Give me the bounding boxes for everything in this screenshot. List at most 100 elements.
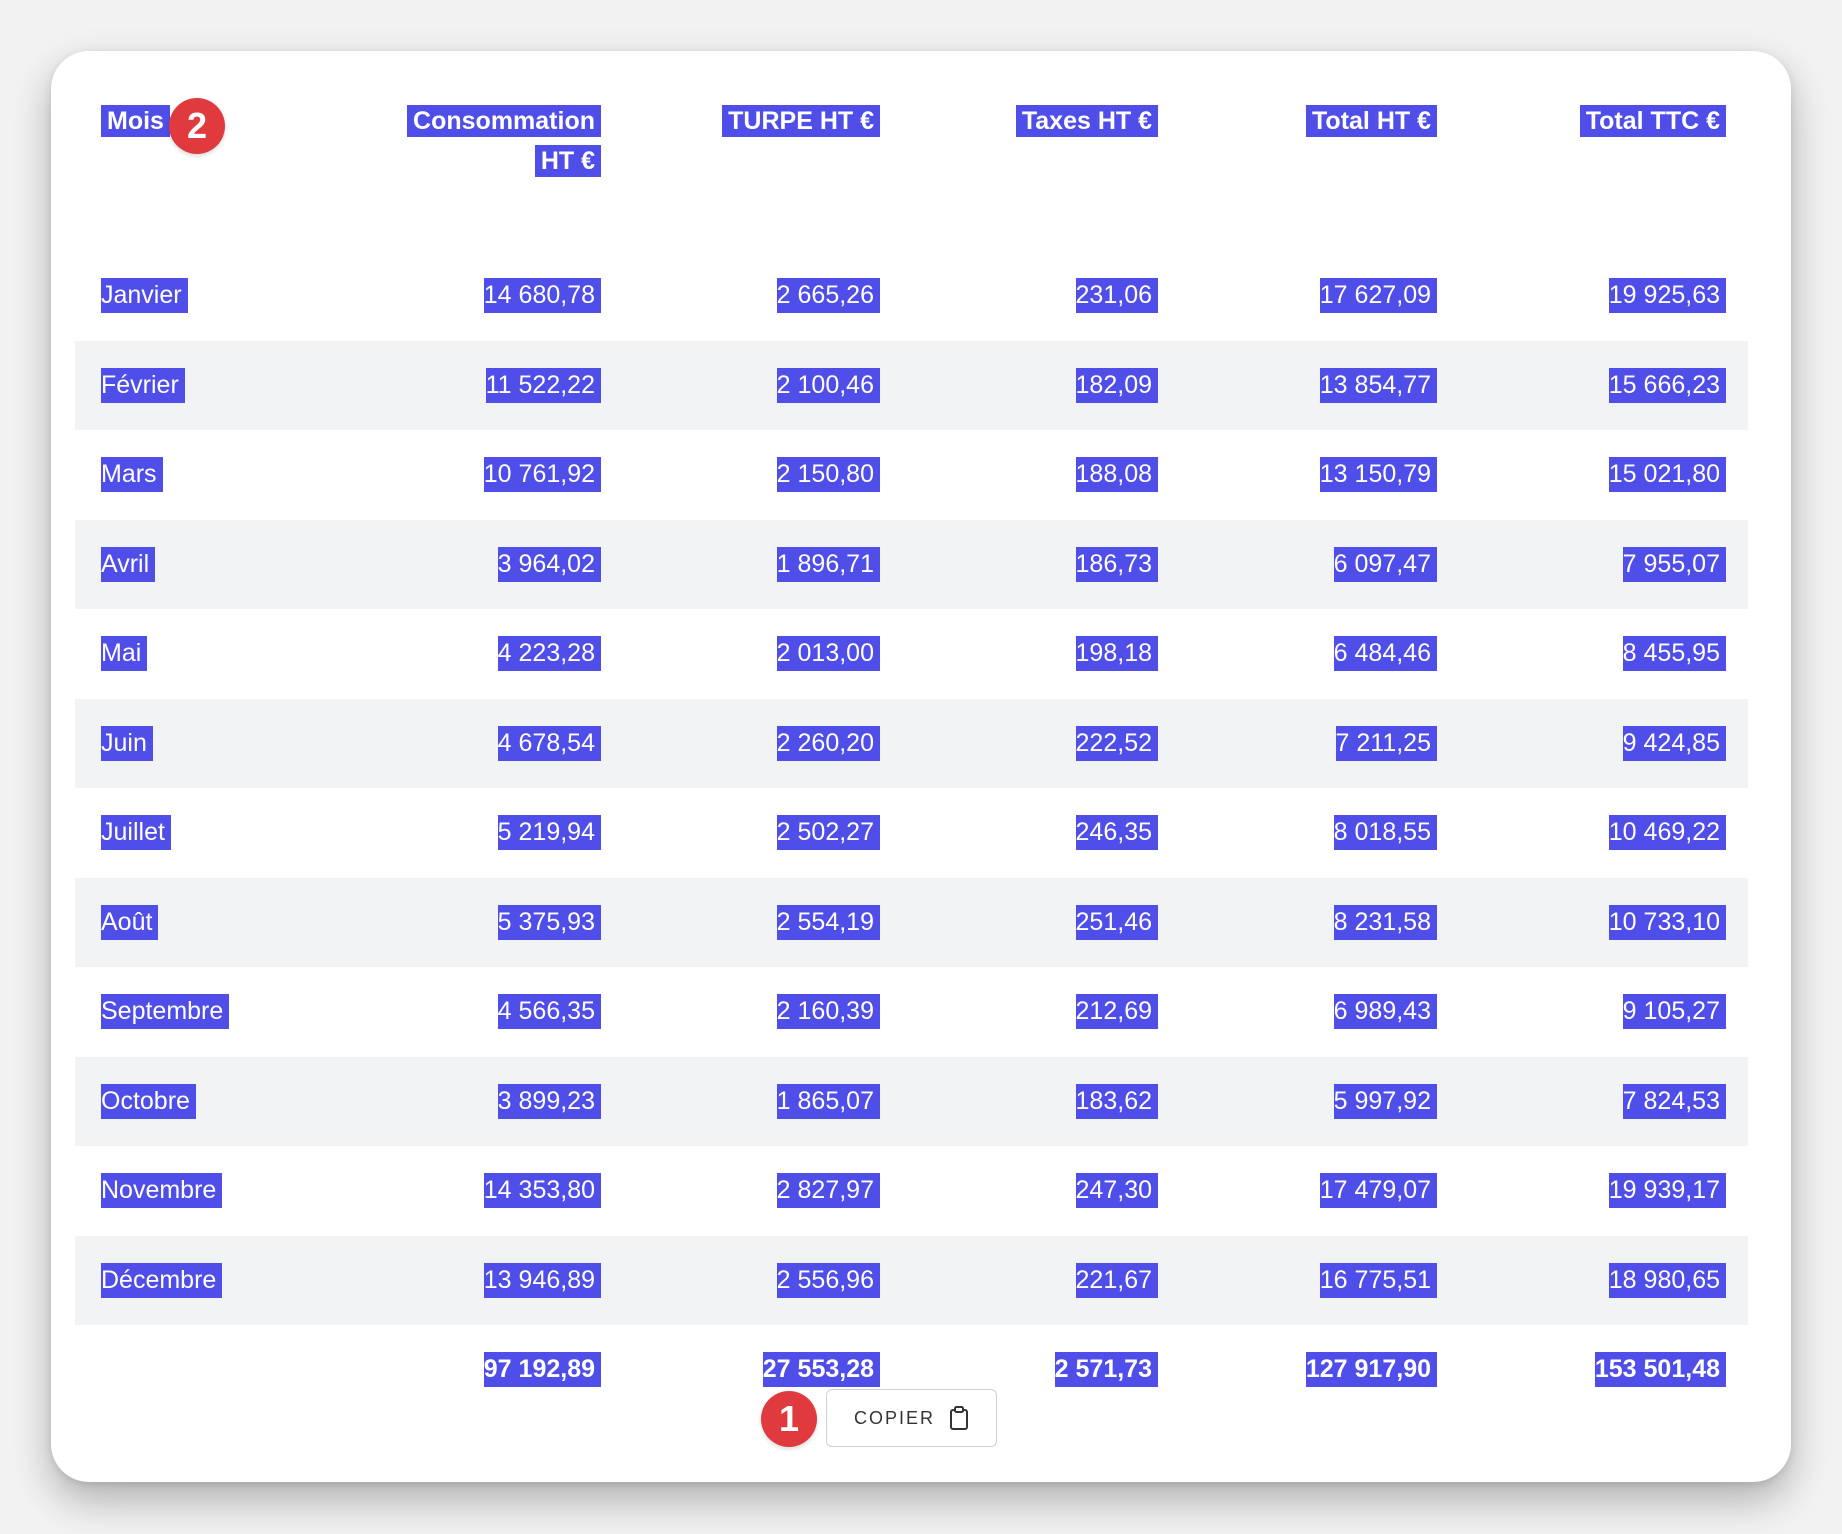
total-ht: 127 917,90 bbox=[1180, 1325, 1459, 1415]
cell-mois: Février bbox=[75, 340, 361, 430]
cell-consommation: 4 566,35 bbox=[361, 967, 623, 1057]
cell-total-ttc: 19 925,63 bbox=[1459, 251, 1748, 341]
cell-mois: Juin bbox=[75, 698, 361, 788]
cell-mois: Mai bbox=[75, 609, 361, 699]
cell-consommation: 11 522,22 bbox=[361, 340, 623, 430]
cell-mois: Juillet bbox=[75, 788, 361, 878]
table-row: Juillet 5 219,94 2 502,27 246,35 8 018,55 10 … bbox=[75, 788, 1748, 878]
cell-taxes: 247,30 bbox=[902, 1146, 1180, 1236]
cell-total-ttc: 9 105,27 bbox=[1459, 967, 1748, 1057]
cell-total-ht: 13 150,79 bbox=[1180, 430, 1459, 520]
table-row: Décembre 13 946,89 2 556,96 221,67 16 775,51… bbox=[75, 1235, 1748, 1325]
cell-total-ht: 8 018,55 bbox=[1180, 788, 1459, 878]
cell-consommation: 3 964,02 bbox=[361, 519, 623, 609]
cell-total-ht: 17 627,09 bbox=[1180, 251, 1459, 341]
cell-total-ttc: 9 424,85 bbox=[1459, 698, 1748, 788]
cell-taxes: 246,35 bbox=[902, 788, 1180, 878]
cell-mois: Novembre bbox=[75, 1146, 361, 1236]
table-row: Octobre 3 899,23 1 865,07 183,62 5 997,92 7 8… bbox=[75, 1056, 1748, 1146]
invoice-table-card: Mois Consommation HT € TURPE HT € Taxes … bbox=[51, 51, 1791, 1482]
cell-turpe: 2 665,26 bbox=[623, 251, 902, 341]
cell-turpe: 2 160,39 bbox=[623, 967, 902, 1057]
header-total-ttc: Total TTC € bbox=[1459, 101, 1748, 251]
table-header-row: Mois Consommation HT € TURPE HT € Taxes … bbox=[75, 101, 1748, 251]
table-row: Septembre 4 566,35 2 160,39 212,69 6 989,43 9… bbox=[75, 967, 1748, 1057]
cell-total-ttc: 7 955,07 bbox=[1459, 519, 1748, 609]
cell-mois: Décembre bbox=[75, 1235, 361, 1325]
header-turpe: TURPE HT € bbox=[623, 101, 902, 251]
cell-total-ht: 6 484,46 bbox=[1180, 609, 1459, 699]
table-row: Janvier 14 680,78 2 665,26 231,06 17 627,09 1… bbox=[75, 251, 1748, 341]
cell-taxes: 188,08 bbox=[902, 430, 1180, 520]
cell-total-ht: 7 211,25 bbox=[1180, 698, 1459, 788]
cell-total-ht: 5 997,92 bbox=[1180, 1056, 1459, 1146]
cell-turpe: 1 896,71 bbox=[623, 519, 902, 609]
cell-turpe: 2 827,97 bbox=[623, 1146, 902, 1236]
cell-total-ttc: 8 455,95 bbox=[1459, 609, 1748, 699]
cell-mois: Janvier bbox=[75, 251, 361, 341]
cell-consommation: 14 680,78 bbox=[361, 251, 623, 341]
cell-consommation: 5 219,94 bbox=[361, 788, 623, 878]
table-row: Novembre 14 353,80 2 827,97 247,30 17 479,07… bbox=[75, 1146, 1748, 1236]
cell-taxes: 251,46 bbox=[902, 877, 1180, 967]
cell-taxes: 183,62 bbox=[902, 1056, 1180, 1146]
table-row: Février 11 522,22 2 100,46 182,09 13 854,77 1… bbox=[75, 340, 1748, 430]
total-ttc: 153 501,48 bbox=[1459, 1325, 1748, 1415]
cell-total-ht: 16 775,51 bbox=[1180, 1235, 1459, 1325]
cell-mois: Octobre bbox=[75, 1056, 361, 1146]
monthly-costs-table: Mois Consommation HT € TURPE HT € Taxes … bbox=[75, 101, 1748, 1415]
copy-button[interactable]: COPIER bbox=[826, 1389, 997, 1447]
cell-turpe: 2 100,46 bbox=[623, 340, 902, 430]
total-consommation: 97 192,89 bbox=[361, 1325, 623, 1415]
cell-total-ttc: 7 824,53 bbox=[1459, 1056, 1748, 1146]
cell-consommation: 14 353,80 bbox=[361, 1146, 623, 1236]
cell-total-ttc: 18 980,65 bbox=[1459, 1235, 1748, 1325]
copy-button-label: COPIER bbox=[853, 1407, 935, 1428]
cell-consommation: 5 375,93 bbox=[361, 877, 623, 967]
table-row: Juin 4 678,54 2 260,20 222,52 7 211,25 9 424,… bbox=[75, 698, 1748, 788]
header-consommation-line2: HT € bbox=[534, 145, 601, 177]
cell-turpe: 2 556,96 bbox=[623, 1235, 902, 1325]
cell-mois: Mars bbox=[75, 430, 361, 520]
cell-total-ht: 6 097,47 bbox=[1180, 519, 1459, 609]
cell-total-ttc: 15 021,80 bbox=[1459, 430, 1748, 520]
cell-taxes: 198,18 bbox=[902, 609, 1180, 699]
table-row: Avril 3 964,02 1 896,71 186,73 6 097,47 7 955… bbox=[75, 519, 1748, 609]
cell-taxes: 182,09 bbox=[902, 340, 1180, 430]
cell-total-ht: 17 479,07 bbox=[1180, 1146, 1459, 1236]
table-row: Mars 10 761,92 2 150,80 188,08 13 150,79 15 0… bbox=[75, 430, 1748, 520]
cell-consommation: 4 678,54 bbox=[361, 698, 623, 788]
clipboard-icon bbox=[949, 1406, 969, 1430]
header-consommation: Consommation HT € bbox=[361, 101, 623, 251]
cell-total-ht: 13 854,77 bbox=[1180, 340, 1459, 430]
cell-mois: Avril bbox=[75, 519, 361, 609]
cell-total-ht: 8 231,58 bbox=[1180, 877, 1459, 967]
cell-total-ttc: 10 733,10 bbox=[1459, 877, 1748, 967]
cell-mois: Août bbox=[75, 877, 361, 967]
cell-turpe: 2 554,19 bbox=[623, 877, 902, 967]
cell-turpe: 2 150,80 bbox=[623, 430, 902, 520]
cell-total-ttc: 10 469,22 bbox=[1459, 788, 1748, 878]
cell-total-ht: 6 989,43 bbox=[1180, 967, 1459, 1057]
step-badge-1: 1 bbox=[761, 1391, 817, 1447]
cell-mois: Septembre bbox=[75, 967, 361, 1057]
cell-taxes: 222,52 bbox=[902, 698, 1180, 788]
header-taxes: Taxes HT € bbox=[902, 101, 1180, 251]
header-total-ht: Total HT € bbox=[1180, 101, 1459, 251]
cell-taxes: 231,06 bbox=[902, 251, 1180, 341]
cell-consommation: 3 899,23 bbox=[361, 1056, 623, 1146]
cell-total-ttc: 15 666,23 bbox=[1459, 340, 1748, 430]
header-consommation-line1: Consommation bbox=[407, 105, 601, 137]
cell-consommation: 4 223,28 bbox=[361, 609, 623, 699]
table-row: Août 5 375,93 2 554,19 251,46 8 231,58 10 733… bbox=[75, 877, 1748, 967]
cell-taxes: 212,69 bbox=[902, 967, 1180, 1057]
cell-consommation: 10 761,92 bbox=[361, 430, 623, 520]
cell-taxes: 221,67 bbox=[902, 1235, 1180, 1325]
cell-total-ttc: 19 939,17 bbox=[1459, 1146, 1748, 1236]
cell-turpe: 2 502,27 bbox=[623, 788, 902, 878]
cell-turpe: 2 013,00 bbox=[623, 609, 902, 699]
table-row: Mai 4 223,28 2 013,00 198,18 6 484,46 8 455,9… bbox=[75, 609, 1748, 699]
cell-taxes: 186,73 bbox=[902, 519, 1180, 609]
cell-turpe: 1 865,07 bbox=[623, 1056, 902, 1146]
cell-consommation: 13 946,89 bbox=[361, 1235, 623, 1325]
